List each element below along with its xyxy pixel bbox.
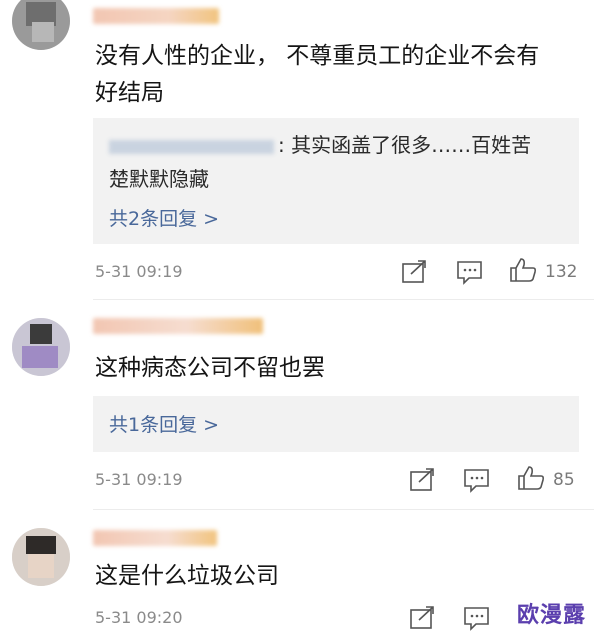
username[interactable] <box>93 8 219 24</box>
comment-item: 这是什么垃圾公司 5-31 09:20 <box>0 510 594 637</box>
avatar[interactable] <box>12 318 70 376</box>
comment-item: 这种病态公司不留也罢 共1条回复 > 5-31 09:19 85 <box>0 300 594 510</box>
share-icon[interactable] <box>408 605 438 631</box>
timestamp: 5-31 09:19 <box>95 262 183 281</box>
comment-icon[interactable] <box>462 467 492 493</box>
avatar[interactable] <box>12 528 70 586</box>
more-replies-link[interactable]: 共1条回复 > <box>109 410 219 437</box>
reply-box[interactable]: : 其实函盖了很多……百姓苦 楚默默隐藏 共2条回复 > <box>93 118 579 244</box>
reply-username[interactable] <box>109 139 274 154</box>
comment-text: 这是什么垃圾公司 <box>95 563 279 589</box>
comment-text: 没有人性的企业， 不尊重员工的企业不会有 好结局 <box>95 43 540 106</box>
more-replies-link[interactable]: 共2条回复 > <box>109 204 219 231</box>
share-icon[interactable] <box>408 467 438 493</box>
comment-text: 这种病态公司不留也罢 <box>95 355 325 381</box>
like-icon[interactable] <box>508 257 538 283</box>
reply-text-cont: 楚默默隐藏 <box>109 167 209 191</box>
comment-item: 没有人性的企业， 不尊重员工的企业不会有 好结局 : 其实函盖了很多……百姓苦 … <box>0 0 594 300</box>
like-count: 132 <box>545 262 578 282</box>
username[interactable] <box>93 530 217 546</box>
reply-box[interactable]: 共1条回复 > <box>93 396 579 452</box>
comment-icon[interactable] <box>462 605 492 631</box>
watermark: 欧漫露 <box>516 603 586 628</box>
reply-text: : 其实函盖了很多……百姓苦 <box>109 130 531 160</box>
timestamp: 5-31 09:19 <box>95 470 183 489</box>
share-icon[interactable] <box>400 259 430 285</box>
username[interactable] <box>93 318 263 334</box>
like-count: 85 <box>553 470 575 490</box>
avatar[interactable] <box>12 0 70 50</box>
timestamp: 5-31 09:20 <box>95 608 183 627</box>
like-icon[interactable] <box>516 465 546 491</box>
comment-icon[interactable] <box>455 259 485 285</box>
